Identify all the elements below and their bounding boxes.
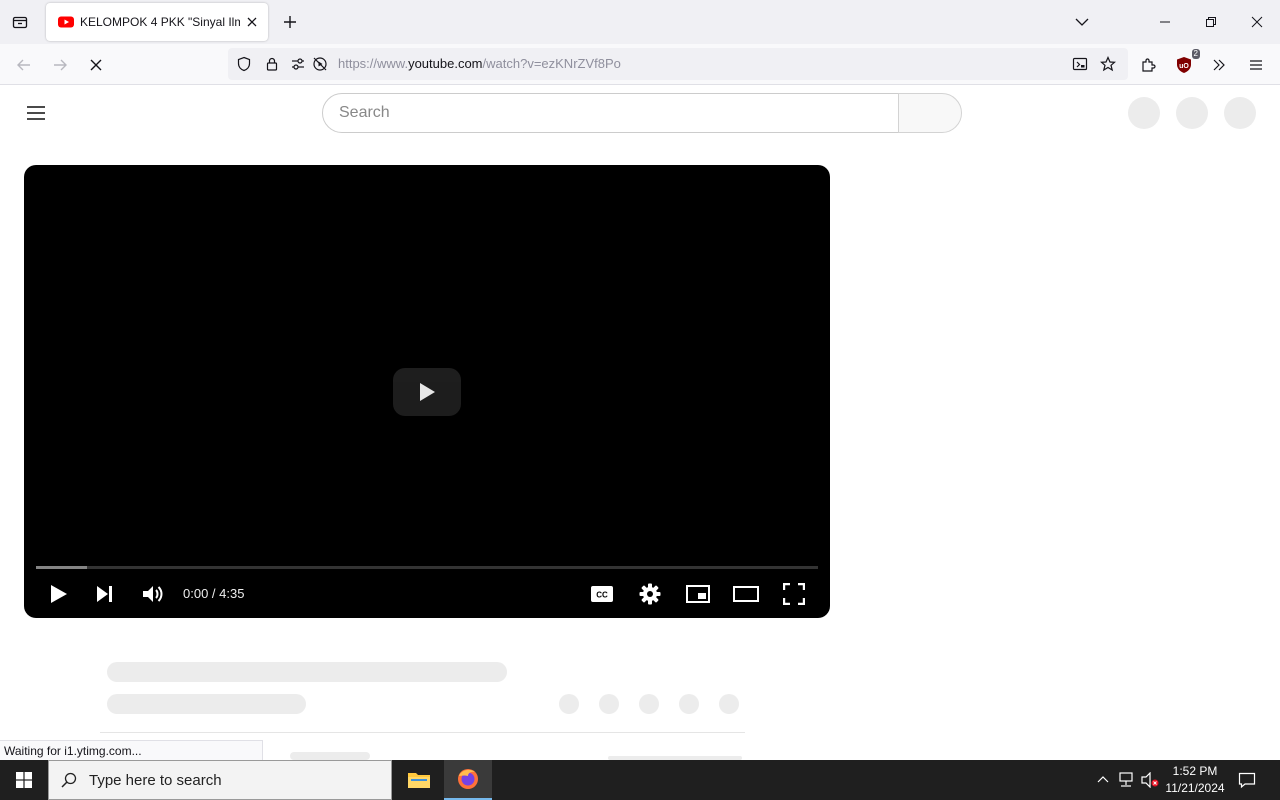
svg-text:CC: CC xyxy=(596,591,608,600)
lock-icon[interactable] xyxy=(264,56,280,72)
minimize-window-icon[interactable] xyxy=(1142,0,1188,44)
close-window-icon[interactable] xyxy=(1234,0,1280,44)
picture-in-picture-url-icon[interactable] xyxy=(1072,56,1088,72)
search-button[interactable] xyxy=(898,93,962,133)
firefox-icon[interactable] xyxy=(444,760,492,800)
extensions-puzzle-icon[interactable] xyxy=(1136,53,1160,77)
autoplay-blocked-icon[interactable] xyxy=(312,56,328,72)
restore-window-icon[interactable] xyxy=(1188,0,1234,44)
network-icon[interactable] xyxy=(1116,770,1136,790)
taskbar: Type here to search 1:52 PM 11/21/2024 xyxy=(0,760,1280,800)
more-tools-chevron-icon[interactable] xyxy=(1207,53,1231,77)
system-clock[interactable]: 1:52 PM 11/21/2024 xyxy=(1160,763,1230,797)
next-video-icon[interactable] xyxy=(87,580,123,608)
large-play-button[interactable] xyxy=(393,368,461,416)
back-arrow-icon[interactable] xyxy=(12,53,36,77)
theater-mode-icon[interactable] xyxy=(728,580,764,608)
file-explorer-icon[interactable] xyxy=(395,760,443,800)
tracking-protection-shield-icon[interactable] xyxy=(236,56,252,72)
action-button-placeholder xyxy=(719,694,739,714)
search-icon xyxy=(61,772,77,788)
miniplayer-icon[interactable] xyxy=(680,580,716,608)
ublock-origin-icon[interactable]: uO 2 xyxy=(1172,49,1200,77)
action-button-placeholder xyxy=(599,694,619,714)
subtitles-cc-icon[interactable]: CC xyxy=(584,580,620,608)
stop-loading-icon[interactable] xyxy=(84,53,108,77)
video-title-placeholder xyxy=(107,662,507,682)
address-bar[interactable]: https://www.youtube.com/watch?v=ezKNrZVf… xyxy=(228,48,1128,80)
channel-info-placeholder xyxy=(107,694,306,714)
tab-bar: KELOMPOK 4 PKK "Sinyal Ilmu xyxy=(0,0,1280,44)
navigation-toolbar: https://www.youtube.com/watch?v=ezKNrZVf… xyxy=(0,44,1280,85)
windows-start-icon[interactable] xyxy=(0,760,48,800)
tab-overview-icon[interactable] xyxy=(8,10,32,34)
url-host: youtube.com xyxy=(408,56,483,71)
active-tab[interactable]: KELOMPOK 4 PKK "Sinyal Ilmu xyxy=(46,3,268,41)
tab-title: KELOMPOK 4 PKK "Sinyal Ilmu xyxy=(80,15,240,29)
extension-badge-count: 2 xyxy=(1191,49,1200,59)
progress-bar[interactable] xyxy=(36,566,818,569)
forward-arrow-icon[interactable] xyxy=(48,53,72,77)
fullscreen-icon[interactable] xyxy=(776,580,812,608)
taskbar-search-box[interactable]: Type here to search xyxy=(48,760,392,800)
video-player[interactable]: 0:00 / 4:35 CC xyxy=(24,165,830,618)
create-button-placeholder[interactable] xyxy=(1128,97,1160,129)
show-hidden-icons-chevron-icon[interactable] xyxy=(1093,770,1113,790)
app-menu-hamburger-icon[interactable] xyxy=(1244,53,1268,77)
youtube-favicon-icon xyxy=(58,14,74,30)
url-text: https://www.youtube.com/watch?v=ezKNrZVf… xyxy=(338,56,621,71)
new-tab-icon[interactable] xyxy=(280,12,300,32)
description-placeholder xyxy=(290,752,370,760)
search-input[interactable] xyxy=(323,94,899,132)
tab-close-icon[interactable] xyxy=(244,14,260,30)
url-path: /watch?v=ezKNrZVf8Po xyxy=(482,56,621,71)
clock-time: 1:52 PM xyxy=(1172,764,1218,778)
volume-muted-icon[interactable] xyxy=(1140,770,1160,790)
taskbar-search-placeholder: Type here to search xyxy=(89,771,222,789)
bookmark-star-icon[interactable] xyxy=(1100,56,1116,72)
url-prefix: https://www. xyxy=(338,56,409,71)
action-button-placeholder xyxy=(559,694,579,714)
volume-icon[interactable] xyxy=(135,580,171,608)
settings-gear-icon[interactable] xyxy=(632,580,668,608)
action-button-placeholder xyxy=(679,694,699,714)
status-panel: Waiting for i1.ytimg.com... xyxy=(0,740,263,760)
progress-buffered xyxy=(36,566,87,569)
play-icon[interactable] xyxy=(41,580,77,608)
clock-date: 11/21/2024 xyxy=(1165,781,1225,795)
notifications-button-placeholder[interactable] xyxy=(1176,97,1208,129)
notifications-icon[interactable] xyxy=(1237,770,1257,790)
guide-menu-icon[interactable] xyxy=(24,101,48,125)
time-display: 0:00 / 4:35 xyxy=(183,586,245,601)
search-box xyxy=(322,93,900,133)
permissions-icon[interactable] xyxy=(290,56,306,72)
avatar-placeholder[interactable] xyxy=(1224,97,1256,129)
divider xyxy=(100,732,745,733)
svg-text:uO: uO xyxy=(1179,63,1189,70)
action-button-placeholder xyxy=(639,694,659,714)
list-all-tabs-icon[interactable] xyxy=(1072,12,1092,32)
